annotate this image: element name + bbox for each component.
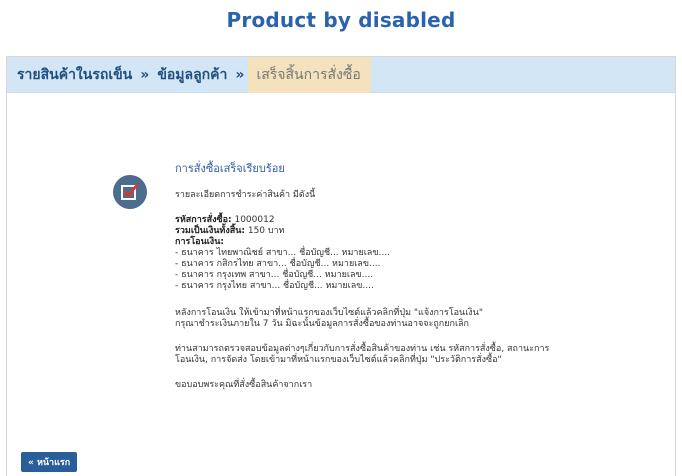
checkbox-check-icon <box>113 175 147 209</box>
order-total-value: 150 บาท <box>247 226 285 236</box>
breadcrumb: รายสินค้าในรถเข็น » ข้อมูลลูกค้า » เสร็จ… <box>7 56 675 93</box>
order-success-heading: การสั่งซื้อเสร็จเรียบร้อย <box>175 162 285 175</box>
transfer-notice: หลังการโอนเงิน ให้เข้ามาที่หน้าแรกของเว็… <box>175 308 655 330</box>
transfer-notice-line: หลังการโอนเงิน ให้เข้ามาที่หน้าแรกของเว็… <box>175 308 483 318</box>
bank-account-line: - ธนาคาร ไทยพาณิชย์ สาขา... ชื่อบัญชี...… <box>175 248 390 258</box>
bank-account-line: - ธนาคาร กรุงเทพ สาขา... ชื่อบัญชี... หม… <box>175 270 374 280</box>
order-number-row: รหัสการสั่งซื้อ: 1000012 <box>175 215 655 226</box>
order-complete-content: การสั่งซื้อเสร็จเรียบร้อย รายละเอียดการช… <box>7 93 675 476</box>
breadcrumb-current-step: เสร็จสิ้นการสั่งซื้อ <box>248 56 371 93</box>
payment-deadline-line: กรุณาชำระเงินภายใน 7 วัน มิฉะนั้นข้อมูลก… <box>175 319 469 329</box>
breadcrumb-separator: » <box>235 66 245 83</box>
transfer-label: การโอนเงิน: <box>175 237 224 247</box>
page-title: Product by disabled <box>226 8 456 32</box>
order-details: การสั่งซื้อเสร็จเรียบร้อย รายละเอียดการช… <box>175 163 655 391</box>
order-number-value: 1000012 <box>234 215 275 225</box>
breadcrumb-cart-link[interactable]: รายสินค้าในรถเข็น <box>17 64 132 86</box>
order-total-row: รวมเป็นเงินทั้งสิ้น: 150 บาท <box>175 226 655 237</box>
thank-you-message: ขอบอบพระคุณที่สั่งซื้อสินค้าจากเรา <box>175 380 313 390</box>
payment-description: รายละเอียดการชำระค่าสินค้า มีดังนี้ <box>175 190 316 200</box>
history-notice-line: โอนเงิน, การจัดส่ง โดยเข้ามาที่หน้าแรกขอ… <box>175 355 502 365</box>
order-history-notice: ท่านสามารถตรวจสอบข้อมูลต่างๆเกี่ยวกับการ… <box>175 344 655 366</box>
bank-account-line: - ธนาคาร กสิกรไทย สาขา... ชื่อบัญชี... ห… <box>175 259 381 269</box>
transfer-heading-row: การโอนเงิน: <box>175 237 655 248</box>
home-button[interactable]: « หน้าแรก <box>21 452 78 472</box>
checkout-panel: รายสินค้าในรถเข็น » ข้อมูลลูกค้า » เสร็จ… <box>6 56 676 476</box>
breadcrumb-separator: » <box>140 66 150 83</box>
breadcrumb-customer-link[interactable]: ข้อมูลลูกค้า <box>157 64 227 86</box>
history-notice-line: ท่านสามารถตรวจสอบข้อมูลต่างๆเกี่ยวกับการ… <box>175 344 550 354</box>
order-total-label: รวมเป็นเงินทั้งสิ้น: <box>175 226 245 236</box>
bank-account-line: - ธนาคาร กรุงไทย สาขา... ชื่อบัญชี... หม… <box>175 281 374 291</box>
order-number-label: รหัสการสั่งซื้อ: <box>175 215 232 225</box>
